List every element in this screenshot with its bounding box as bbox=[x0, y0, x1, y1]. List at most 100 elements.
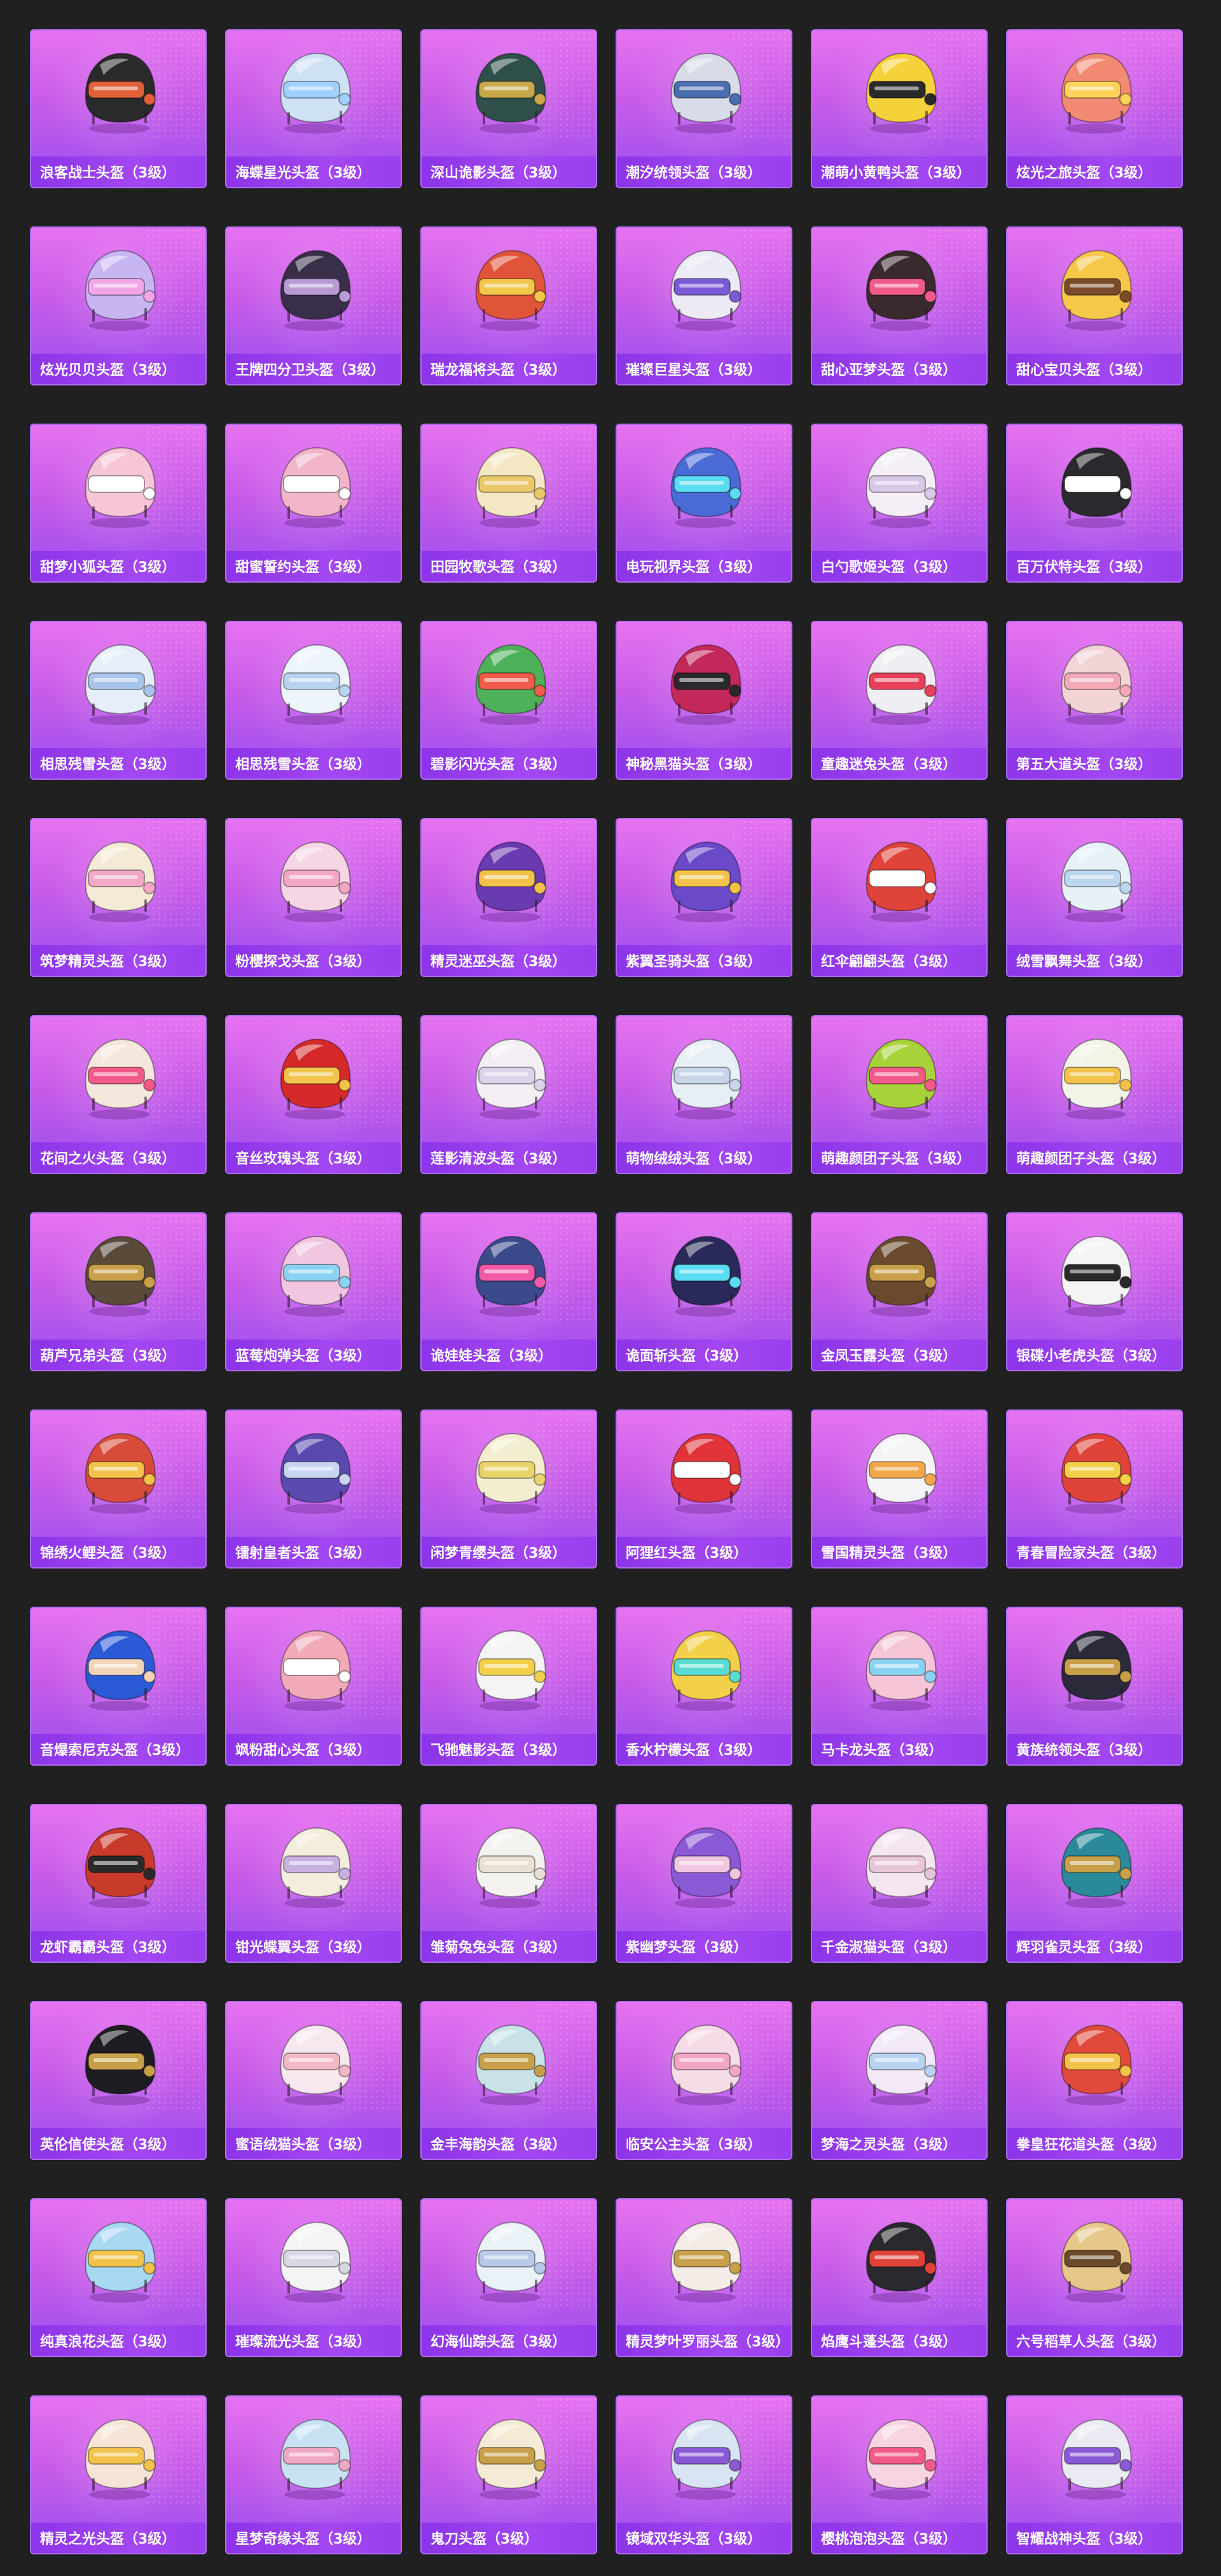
helmet-card[interactable]: 龙虾霸霸头盔（3级） bbox=[30, 1804, 207, 1963]
helmet-card[interactable]: 璀璨巨星头盔（3级） bbox=[616, 226, 792, 385]
helmet-name: 瑞龙福将头盔（3级） bbox=[431, 363, 567, 378]
helmet-card[interactable]: 萌趣颜团子头盔（3级） bbox=[1006, 1015, 1183, 1174]
helmet-card[interactable]: 钳光蝶翼头盔（3级） bbox=[225, 1804, 402, 1963]
helmet-card[interactable]: 甜心宝贝头盔（3级） bbox=[1006, 226, 1183, 385]
helmet-card[interactable]: 相思残雪头盔（3级） bbox=[30, 621, 207, 780]
helmet-card[interactable]: 葫芦兄弟头盔（3级） bbox=[30, 1212, 207, 1371]
helmet-icon bbox=[280, 1630, 351, 1711]
helmet-card[interactable]: 花间之火头盔（3级） bbox=[30, 1015, 207, 1174]
helmet-card[interactable]: 百万伏特头盔（3级） bbox=[1006, 424, 1183, 583]
helmet-card[interactable]: 临安公主头盔（3级） bbox=[616, 2001, 792, 2160]
helmet-card[interactable]: 电玩视界头盔（3级） bbox=[616, 424, 792, 583]
helmet-icon bbox=[670, 1630, 742, 1711]
helmet-icon bbox=[85, 52, 156, 134]
helmet-card[interactable]: 精灵迷巫头盔（3级） bbox=[420, 818, 597, 977]
helmet-card[interactable]: 香水柠檬头盔（3级） bbox=[616, 1607, 792, 1766]
helmet-card[interactable]: 浪客战士头盔（3级） bbox=[30, 29, 207, 188]
helmet-label-bar: 潮汐统领头盔（3级） bbox=[617, 156, 791, 187]
helmet-card[interactable]: 蜜语绒猫头盔（3级） bbox=[225, 2001, 402, 2160]
helmet-card[interactable]: 雪国精灵头盔（3级） bbox=[811, 1409, 988, 1568]
helmet-card[interactable]: 金丰海韵头盔（3级） bbox=[420, 2001, 597, 2160]
helmet-card[interactable]: 金凤玉露头盔（3级） bbox=[811, 1212, 988, 1371]
helmet-card[interactable]: 蓝莓炮弹头盔（3级） bbox=[225, 1212, 402, 1371]
helmet-card[interactable]: 镭射皇者头盔（3级） bbox=[225, 1409, 402, 1568]
helmet-card[interactable]: 相思残雪头盔（3级） bbox=[225, 621, 402, 780]
helmet-label-bar: 焰鹰斗蓬头盔（3级） bbox=[812, 2325, 986, 2356]
helmet-name: 飒粉甜心头盔（3级） bbox=[235, 1743, 371, 1759]
helmet-card[interactable]: 甜蜜誓约头盔（3级） bbox=[225, 424, 402, 583]
helmet-card[interactable]: 碧影闪光头盔（3级） bbox=[420, 621, 597, 780]
helmet-card[interactable]: 甜心亚梦头盔（3级） bbox=[811, 226, 988, 385]
helmet-card[interactable]: 诡面斩头盔（3级） bbox=[616, 1212, 792, 1371]
helmet-card[interactable]: 深山诡影头盔（3级） bbox=[420, 29, 597, 188]
helmet-name: 音丝玫瑰头盔（3级） bbox=[235, 1151, 371, 1167]
helmet-card[interactable]: 粉樱探戈头盔（3级） bbox=[225, 818, 402, 977]
helmet-card[interactable]: 第五大道头盔（3级） bbox=[1006, 621, 1183, 780]
helmet-card[interactable]: 王牌四分卫头盔（3级） bbox=[225, 226, 402, 385]
helmet-card[interactable]: 星梦奇缘头盔（3级） bbox=[225, 2395, 402, 2554]
helmet-name: 童趣迷兔头盔（3级） bbox=[821, 757, 957, 773]
helmet-card[interactable]: 红伞翩翩头盔（3级） bbox=[811, 818, 988, 977]
helmet-card[interactable]: 甜梦小狐头盔（3级） bbox=[30, 424, 207, 583]
helmet-card[interactable]: 萌物绒绒头盔（3级） bbox=[616, 1015, 792, 1174]
helmet-card[interactable]: 潮萌小黄鸭头盔（3级） bbox=[811, 29, 988, 188]
helmet-name: 纯真浪花头盔（3级） bbox=[40, 2334, 176, 2350]
helmet-name: 相思残雪头盔（3级） bbox=[235, 757, 371, 773]
helmet-card[interactable]: 智耀战神头盔（3级） bbox=[1006, 2395, 1183, 2554]
helmet-card[interactable]: 青春冒险家头盔（3级） bbox=[1006, 1409, 1183, 1568]
helmet-card[interactable]: 闲梦青缨头盔（3级） bbox=[420, 1409, 597, 1568]
helmet-card[interactable]: 萌趣颜团子头盔（3级） bbox=[811, 1015, 988, 1174]
helmet-icon bbox=[85, 249, 156, 331]
helmet-name: 诡娃娃头盔（3级） bbox=[431, 1348, 553, 1364]
helmet-card[interactable]: 鬼刀头盔（3级） bbox=[420, 2395, 597, 2554]
helmet-card[interactable]: 炫光之旅头盔（3级） bbox=[1006, 29, 1183, 188]
helmet-card[interactable]: 马卡龙头盔（3级） bbox=[811, 1607, 988, 1766]
helmet-card[interactable]: 阿狸红头盔（3级） bbox=[616, 1409, 792, 1568]
helmet-card[interactable]: 英伦信使头盔（3级） bbox=[30, 2001, 207, 2160]
helmet-card[interactable]: 黄族统领头盔（3级） bbox=[1006, 1607, 1183, 1766]
helmet-card[interactable]: 锦绣火鲤头盔（3级） bbox=[30, 1409, 207, 1568]
helmet-label-bar: 镭射皇者头盔（3级） bbox=[226, 1537, 401, 1567]
helmet-card[interactable]: 飞驰魅影头盔（3级） bbox=[420, 1607, 597, 1766]
helmet-card[interactable]: 莲影清波头盔（3级） bbox=[420, 1015, 597, 1174]
helmet-card[interactable]: 拳皇狂花道头盔（3级） bbox=[1006, 2001, 1183, 2160]
helmet-card[interactable]: 瑞龙福将头盔（3级） bbox=[420, 226, 597, 385]
helmet-label-bar: 闲梦青缨头盔（3级） bbox=[422, 1537, 596, 1567]
helmet-card[interactable]: 璀璨流光头盔（3级） bbox=[225, 2198, 402, 2357]
helmet-card[interactable]: 辉羽雀灵头盔（3级） bbox=[1006, 1804, 1183, 1963]
helmet-card[interactable]: 紫幽梦头盔（3级） bbox=[616, 1804, 792, 1963]
helmet-label-bar: 璀璨巨星头盔（3级） bbox=[617, 354, 791, 384]
helmet-card[interactable]: 梦海之灵头盔（3级） bbox=[811, 2001, 988, 2160]
helmet-card[interactable]: 筑梦精灵头盔（3级） bbox=[30, 818, 207, 977]
helmet-label-bar: 深山诡影头盔（3级） bbox=[422, 156, 596, 187]
helmet-name: 音爆索尼克头盔（3级） bbox=[40, 1743, 190, 1759]
helmet-card[interactable]: 纯真浪花头盔（3级） bbox=[30, 2198, 207, 2357]
helmet-card[interactable]: 银碟小老虎头盔（3级） bbox=[1006, 1212, 1183, 1371]
helmet-card[interactable]: 精灵之光头盔（3级） bbox=[30, 2395, 207, 2554]
helmet-card[interactable]: 六号稻草人头盔（3级） bbox=[1006, 2198, 1183, 2357]
helmet-card[interactable]: 绒雪飘舞头盔（3级） bbox=[1006, 818, 1183, 977]
helmet-card[interactable]: 白勺歌姬头盔（3级） bbox=[811, 424, 988, 583]
helmet-label-bar: 璀璨流光头盔（3级） bbox=[226, 2325, 401, 2356]
helmet-card[interactable]: 千金淑猫头盔（3级） bbox=[811, 1804, 988, 1963]
helmet-card[interactable]: 童趣迷兔头盔（3级） bbox=[811, 621, 988, 780]
helmet-card[interactable]: 飒粉甜心头盔（3级） bbox=[225, 1607, 402, 1766]
helmet-card[interactable]: 幻海仙踪头盔（3级） bbox=[420, 2198, 597, 2357]
helmet-card[interactable]: 诡娃娃头盔（3级） bbox=[420, 1212, 597, 1371]
helmet-card[interactable]: 紫翼圣骑头盔（3级） bbox=[616, 818, 792, 977]
helmet-card[interactable]: 精灵梦叶罗丽头盔（3级） bbox=[616, 2198, 792, 2357]
helmet-card[interactable]: 雏菊兔兔头盔（3级） bbox=[420, 1804, 597, 1963]
helmet-card[interactable]: 音丝玫瑰头盔（3级） bbox=[225, 1015, 402, 1174]
helmet-label-bar: 英伦信使头盔（3级） bbox=[31, 2128, 205, 2159]
helmet-card[interactable]: 炫光贝贝头盔（3级） bbox=[30, 226, 207, 385]
helmet-card[interactable]: 镜域双华头盔（3级） bbox=[616, 2395, 792, 2554]
helmet-card[interactable]: 神秘黑猫头盔（3级） bbox=[616, 621, 792, 780]
helmet-card[interactable]: 焰鹰斗蓬头盔（3级） bbox=[811, 2198, 988, 2357]
helmet-icon bbox=[475, 2418, 546, 2500]
helmet-card[interactable]: 海蝶星光头盔（3级） bbox=[225, 29, 402, 188]
helmet-card[interactable]: 音爆索尼克头盔（3级） bbox=[30, 1607, 207, 1766]
helmet-card[interactable]: 田园牧歌头盔（3级） bbox=[420, 424, 597, 583]
helmet-card[interactable]: 潮汐统领头盔（3级） bbox=[616, 29, 792, 188]
helmet-card[interactable]: 樱桃泡泡头盔（3级） bbox=[811, 2395, 988, 2554]
helmet-label-bar: 千金淑猫头盔（3级） bbox=[812, 1931, 986, 1962]
